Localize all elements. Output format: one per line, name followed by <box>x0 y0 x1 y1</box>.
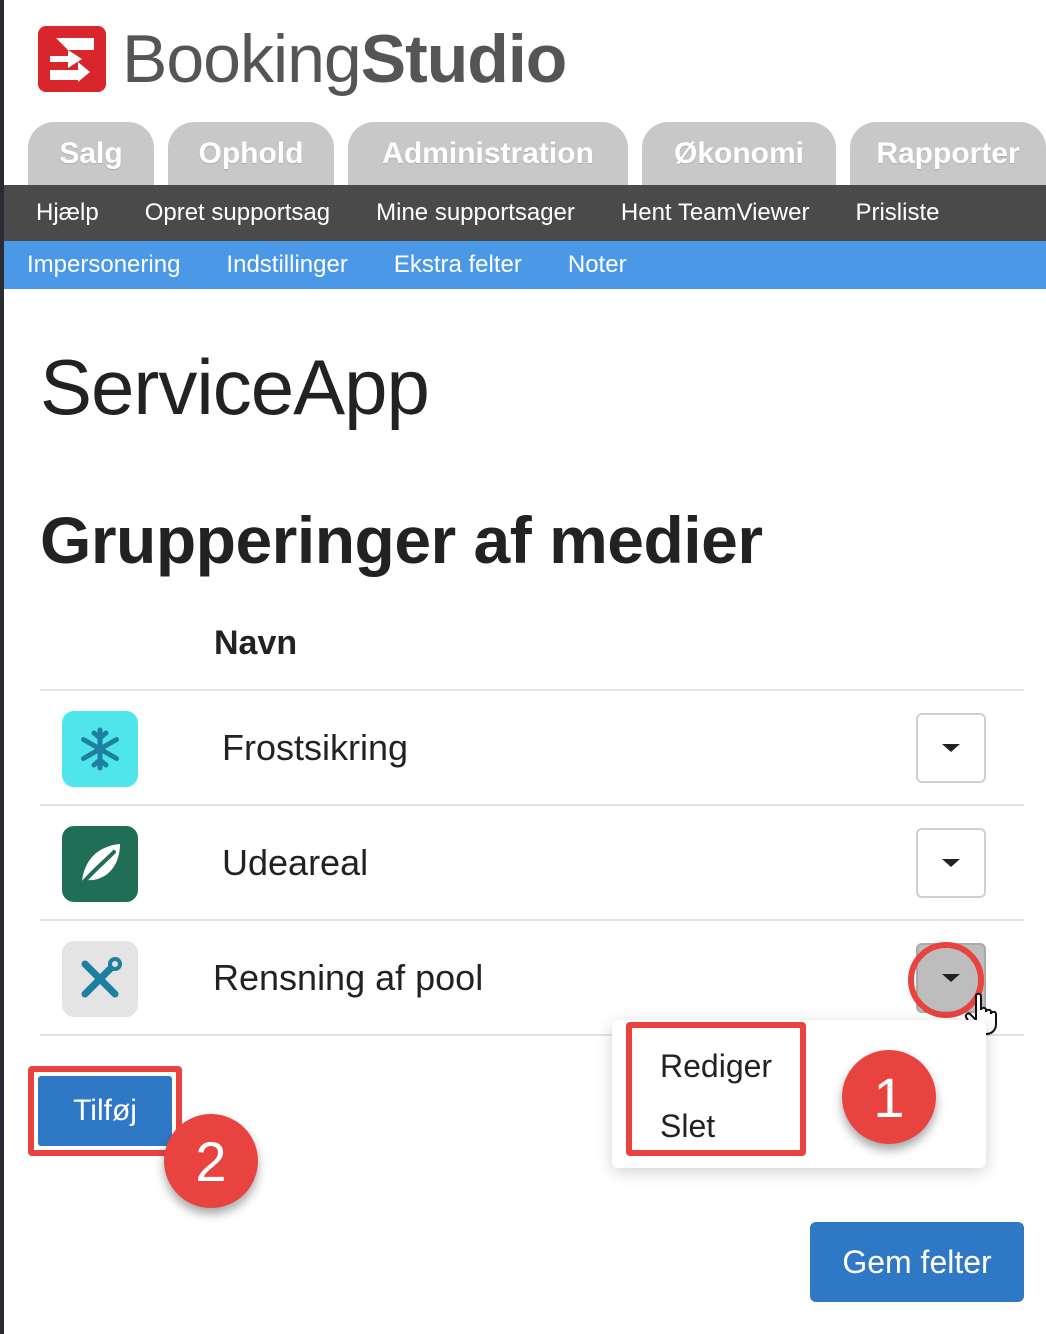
table-row: Rensning af pool <box>40 921 1024 1035</box>
row-name: Frostsikring <box>222 727 409 768</box>
caret-down-icon <box>942 859 960 867</box>
bluenav-item-noter[interactable]: Noter <box>568 251 627 279</box>
tab-administration[interactable]: Administration <box>348 122 628 186</box>
subnav-item-hjaelp[interactable]: Hjælp <box>36 199 99 227</box>
table-row: Udeareal <box>40 806 1024 920</box>
highlight-box-menu <box>626 1022 806 1156</box>
tools-icon <box>62 941 138 1017</box>
row-name: Udeareal <box>222 842 369 883</box>
caret-down-icon <box>942 744 960 752</box>
column-header-navn: Navn <box>214 624 298 662</box>
row-actions-dropdown-button[interactable] <box>916 713 986 783</box>
logo-text: BookingStudio <box>122 25 567 93</box>
bluenav-item-impersonering[interactable]: Impersonering <box>27 251 180 279</box>
app-logo[interactable]: BookingStudio <box>38 25 567 93</box>
tab-ophold[interactable]: Ophold <box>168 122 334 186</box>
highlight-box-add <box>28 1066 182 1156</box>
logo-text-regular: Booking <box>122 21 362 97</box>
subnav-item-prisliste[interactable]: Prisliste <box>855 199 939 227</box>
snowflake-icon <box>62 711 138 787</box>
subnav-item-opret-supportsag[interactable]: Opret supportsag <box>145 199 330 227</box>
save-fields-button[interactable]: Gem felter <box>810 1222 1024 1302</box>
logo-text-bold: Studio <box>360 21 568 97</box>
annotation-badge-2: 2 <box>164 1114 258 1208</box>
subnav-item-hent-teamviewer[interactable]: Hent TeamViewer <box>621 199 810 227</box>
bluenav-item-indstillinger[interactable]: Indstillinger <box>226 251 347 279</box>
annotation-badge-1: 1 <box>842 1050 936 1144</box>
admin-subnav: Impersonering Indstillinger Ekstra felte… <box>4 241 1046 289</box>
row-actions-dropdown-button[interactable] <box>916 828 986 898</box>
page-title: ServiceApp <box>40 343 430 431</box>
main-tabs: Salg Ophold Administration Økonomi Rappo… <box>28 122 1046 186</box>
leaf-icon <box>62 826 138 902</box>
bluenav-item-ekstra-felter[interactable]: Ekstra felter <box>394 251 522 279</box>
tab-okonomi[interactable]: Økonomi <box>642 122 836 186</box>
support-subnav: Hjælp Opret supportsag Mine supportsager… <box>4 185 1046 241</box>
tab-rapporter[interactable]: Rapporter <box>850 122 1046 186</box>
table-row: Frostsikring <box>40 691 1024 805</box>
row-name: Rensning af pool <box>213 957 484 998</box>
section-title: Grupperinger af medier <box>40 503 763 577</box>
tab-salg[interactable]: Salg <box>28 122 154 186</box>
subnav-item-mine-supportsager[interactable]: Mine supportsager <box>376 199 575 227</box>
bookingstudio-logo-icon <box>38 26 106 92</box>
